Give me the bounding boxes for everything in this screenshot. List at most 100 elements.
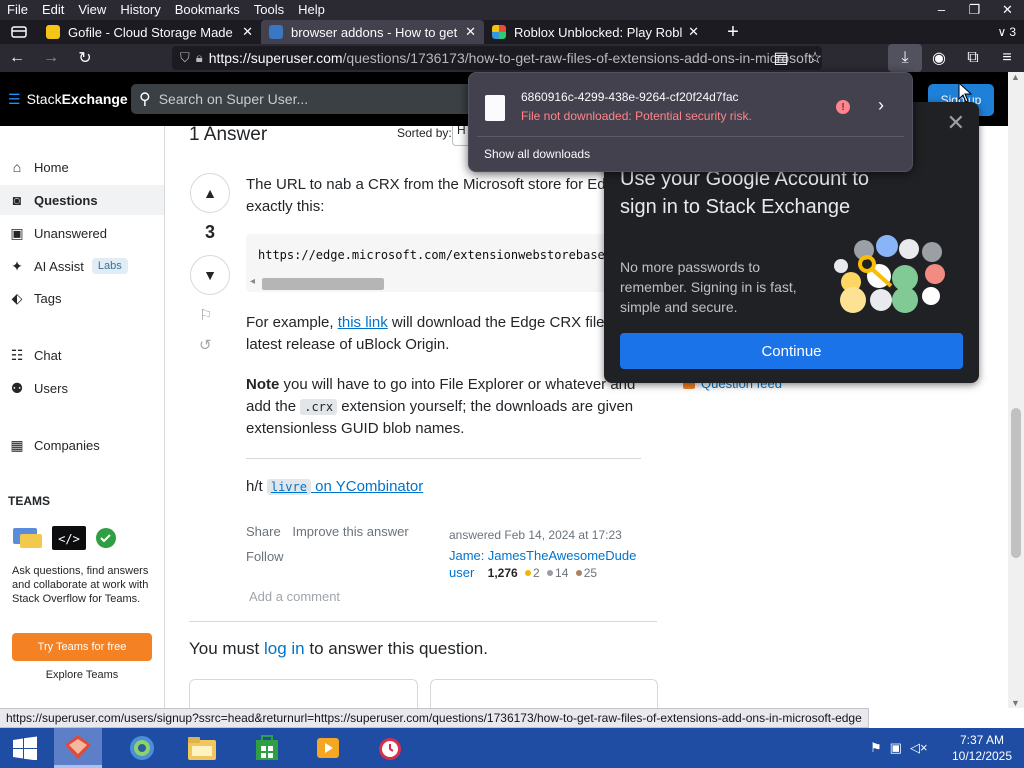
taskbar-clock[interactable]: 7:37 AM 10/12/2025 [950,732,1014,764]
sidebar-item-unanswered[interactable]: ▣ Unanswered [0,218,164,248]
url-bar[interactable]: ⛉ 🔒︎ https://superuser.com /questions/17… [172,46,822,70]
menu-file[interactable]: File [0,0,35,20]
close-window-button[interactable]: ✕ [991,0,1024,20]
roblox-favicon-icon [492,25,506,39]
menu-edit[interactable]: Edit [35,0,71,20]
login-link[interactable]: log in [264,639,305,658]
arrow-left-icon: ← [9,49,25,66]
page-scrollbar[interactable]: ▲ ▼ [1008,72,1024,708]
scroll-up-icon[interactable]: ▲ [1011,72,1020,82]
scrollbar-thumb[interactable] [1011,408,1021,558]
tabs-list-icon [11,26,27,38]
sidebar-item-label: Chat [34,347,62,363]
follow-link[interactable]: Follow [246,549,284,564]
tab-overflow-menu[interactable]: ∨ 3 [998,20,1024,44]
tab-roblox[interactable]: Roblox Unblocked: Play Roblox Online ✕ [484,20,707,44]
tag-icon: ⬖ [11,289,23,306]
sorted-by-label: Sorted by: [397,126,452,140]
sidebar-item-users[interactable]: ⚉ Users [0,373,164,403]
login-text-b: to answer this question. [304,639,488,658]
app-menu-button[interactable]: ≡ [990,44,1024,72]
try-teams-button[interactable]: Try Teams for free [12,633,152,661]
bookmark-icon[interactable]: ⚐ [199,306,212,324]
tab-close-icon[interactable]: ✕ [688,24,699,40]
sidebar-item-chat[interactable]: ☷ Chat [0,340,164,370]
downloads-panel: 6860916c-4299-438e-9264-cf20f24d7fac Fil… [468,72,913,172]
reload-button[interactable]: ↻ [68,44,102,72]
this-link[interactable]: this link [338,314,388,331]
sidebar-item-questions[interactable]: ◙ Questions [0,185,164,215]
network-icon[interactable]: ▣ [890,740,902,756]
login-option-card[interactable] [189,679,418,708]
account-button[interactable]: ◉ [922,44,956,72]
code-scrollbar[interactable] [262,278,384,290]
user-card: answered Feb 14, 2024 at 17:23 Jame: Jam… [449,528,659,580]
tab-superuser[interactable]: browser addons - How to get raw files ✕ [261,20,484,44]
downloads-button[interactable]: ⤓ [888,44,922,72]
sidebar-item-companies[interactable]: ▦ Companies [0,430,164,460]
share-link[interactable]: Share [246,524,281,539]
forward-button[interactable]: → [34,44,68,72]
silver-badge-icon [547,570,554,576]
tab-close-icon[interactable]: ✕ [242,24,253,40]
taskbar-store-app[interactable] [243,728,291,768]
google-popup-title: Use your Google Account to sign in to St… [620,168,870,218]
improve-link[interactable]: Improve this answer [292,524,408,539]
close-icon[interactable]: ✕ [947,110,965,136]
chevron-right-icon[interactable]: › [878,95,884,116]
maximize-button[interactable]: ❐ [958,0,991,20]
scroll-left-icon[interactable]: ◂ [250,276,255,287]
lock-icon: 🔒︎ [195,50,203,65]
hamburger-icon: ≡ [1002,49,1012,66]
link-status-bar: https://superuser.com/users/signup?ssrc=… [0,708,869,728]
tab-gofile[interactable]: Gofile - Cloud Storage Made Simple ✕ [38,20,261,44]
user-name-link[interactable]: JamesTheAwesomeDude [488,548,637,563]
upvote-button[interactable]: ▲ [190,173,230,213]
history-icon[interactable]: ↺ [199,336,212,354]
start-button[interactable] [0,728,50,768]
back-button[interactable]: ← [0,44,34,72]
downvote-button[interactable]: ▼ [190,255,230,295]
show-all-downloads-link[interactable]: Show all downloads [484,147,590,161]
volume-muted-icon[interactable]: ◁× [910,740,928,756]
google-popup-body: No more passwords to remember. Signing i… [620,259,797,315]
minimize-button[interactable]: – [925,0,958,20]
reader-view-icon: ▤ [773,50,789,67]
divider [246,458,641,459]
tab-close-icon[interactable]: ✕ [465,24,476,40]
menu-history[interactable]: History [113,0,167,20]
taskbar-browser-app[interactable] [118,728,166,768]
reader-view-button[interactable]: ▤ [764,44,798,72]
user-label[interactable]: user [449,565,474,580]
menu-tools[interactable]: Tools [247,0,291,20]
taskbar-firefox-app[interactable] [54,728,102,768]
answer-paragraph-1: The URL to nab a CRX from the Microsoft … [246,176,638,215]
menu-help[interactable]: Help [291,0,332,20]
google-continue-button[interactable]: Continue [620,333,963,369]
chevron-down-icon: ∨ [997,25,1007,39]
taskbar-media-app[interactable] [304,728,352,768]
taskbar-explorer-app[interactable] [178,728,226,768]
taskbar-alarm-app[interactable] [366,728,414,768]
explore-teams-link[interactable]: Explore Teams [12,669,152,681]
scroll-down-icon[interactable]: ▼ [1011,698,1020,708]
sidebar-item-tags[interactable]: ⬖ Tags [0,283,164,313]
divider [189,621,657,622]
add-comment-link[interactable]: Add a comment [249,589,340,604]
bookmark-star-button[interactable]: ☆ [798,44,832,72]
menu-view[interactable]: View [71,0,113,20]
user-name-short[interactable]: Jame: [449,548,484,563]
window-controls: – ❐ ✕ [925,0,1024,20]
login-option-card[interactable] [430,679,658,708]
sidebar-item-home[interactable]: ⌂ Home [0,152,164,182]
download-file-name[interactable]: 6860916c-4299-438e-9264-cf20f24d7fac [521,90,739,104]
stackexchange-logo[interactable]: ☰ Stack Exchange [8,91,128,108]
menu-bookmarks[interactable]: Bookmarks [168,0,247,20]
new-tab-button[interactable]: + [717,20,749,44]
folder-icon [188,737,216,760]
sidebar-item-ai-assist[interactable]: ✦ AI Assist Labs [0,251,164,281]
flag-icon[interactable]: ⚑ [870,740,882,756]
extensions-button[interactable]: ⧉ [956,44,990,72]
ycombinator-link[interactable]: livre on YCombinator [266,478,423,495]
list-tabs-button[interactable] [0,20,38,44]
